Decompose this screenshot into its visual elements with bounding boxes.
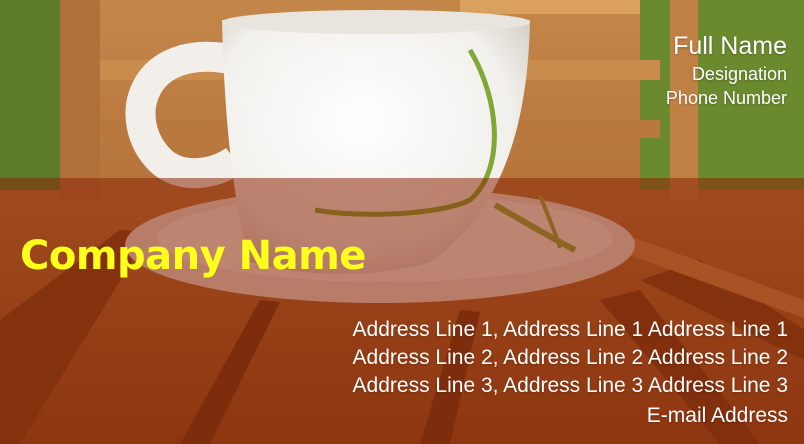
business-card: Full Name Designation Phone Number Compa… <box>0 0 804 444</box>
email-address: E-mail Address <box>646 404 788 427</box>
phone-number: Phone Number <box>665 88 787 108</box>
address-line-1: Address Line 1, Address Line 1 Address L… <box>352 318 788 341</box>
address-line-2: Address Line 2, Address Line 2 Address L… <box>352 346 788 369</box>
address-line-3: Address Line 3, Address Line 3 Address L… <box>352 374 788 397</box>
contact-header: Full Name Designation Phone Number <box>666 30 787 110</box>
address-block: Address Line 1, Address Line 1 Address L… <box>353 316 788 432</box>
company-name: Company Name <box>20 233 366 279</box>
full-name: Full Name <box>673 32 787 60</box>
designation: Designation <box>691 64 787 84</box>
